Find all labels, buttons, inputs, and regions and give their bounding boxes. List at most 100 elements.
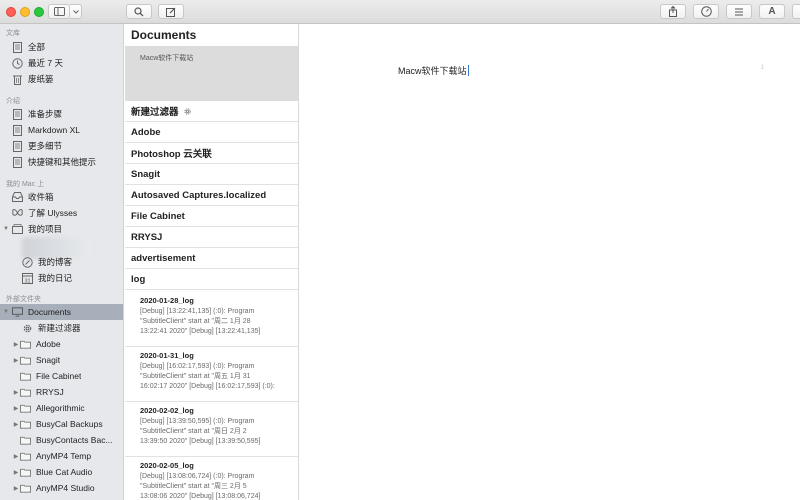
sidebar-item-diary[interactable]: 31 我的日记 — [0, 270, 123, 286]
sidebar-item-all[interactable]: 全部 — [0, 39, 123, 55]
document-icon — [12, 140, 23, 152]
view-dropdown-button[interactable] — [70, 4, 82, 19]
typography-button[interactable]: A — [759, 4, 785, 19]
group-row-rrysj[interactable]: RRYSJ — [125, 227, 298, 248]
sidebar-item-label: 新建过滤器 — [38, 323, 81, 333]
sidebar-toggle-icon — [53, 7, 65, 16]
group-label: log — [131, 273, 146, 285]
folder-icon — [20, 371, 31, 382]
disclosure-triangle-collapsed-icon[interactable]: ▶ — [12, 341, 20, 348]
editor-text-line[interactable]: Macw软件下载站 — [398, 64, 469, 77]
sidebar-item-label: 我的项目 — [28, 224, 63, 234]
folder-icon — [20, 483, 31, 494]
sidebar-item-label: RRYSJ — [36, 387, 64, 397]
sheet-item[interactable]: 2020-02-02_log [Debug] [13:39:50,595] (:… — [125, 402, 298, 457]
disclosure-triangle-expanded-icon[interactable]: ▼ — [2, 226, 10, 232]
disclosure-triangle-collapsed-icon[interactable]: ▶ — [12, 389, 20, 396]
disclosure-triangle-expanded-icon[interactable]: ▼ — [2, 309, 10, 315]
compose-icon — [166, 7, 176, 17]
sidebar-item-new-filter[interactable]: 新建过滤器 — [0, 320, 123, 336]
disclosure-triangle-collapsed-icon[interactable]: ▶ — [12, 357, 20, 364]
sidebar-item-label: BusyCal Backups — [36, 419, 103, 429]
sidebar-item-trash[interactable]: 废纸篓 — [0, 71, 123, 87]
sidebar-item-folder-rrysj[interactable]: ▶ RRYSJ — [0, 384, 123, 400]
share-button[interactable] — [660, 4, 686, 19]
new-sheet-button[interactable] — [158, 4, 184, 19]
more-button[interactable] — [792, 4, 800, 19]
inbox-icon — [12, 192, 23, 203]
editor-pane[interactable]: Macw软件下载站 1 — [300, 24, 800, 500]
section-header-intro: 介绍 — [6, 98, 20, 105]
folder-icon — [20, 435, 31, 446]
sidebar-item-folder-blue-cat[interactable]: ▶ Blue Cat Audio — [0, 464, 123, 480]
folder-icon — [20, 403, 31, 414]
sheet-excerpt: [Debug] [13:08:06,724] (:0): Program — [140, 473, 255, 480]
sidebar-item-documents[interactable]: ▼ Documents — [0, 304, 123, 320]
sheet-item[interactable]: 2020-01-31_log [Debug] [16:02:17,593] (:… — [125, 347, 298, 402]
sheet-item[interactable]: 2020-02-05_log [Debug] [13:08:06,724] (:… — [125, 457, 298, 500]
sidebar-item-folder-anymp4-temp[interactable]: ▶ AnyMP4 Temp — [0, 448, 123, 464]
attachments-button[interactable] — [726, 4, 752, 19]
sidebar-item-folder-file-cabinet[interactable]: File Cabinet — [0, 368, 123, 384]
sidebar-item-details[interactable]: 更多细节 — [0, 138, 123, 154]
sidebar-item-markdown[interactable]: Markdown XL — [0, 122, 123, 138]
sidebar-item-label: 了解 Ulysses — [28, 208, 78, 218]
sidebar-item-folder-busycal[interactable]: ▶ BusyCal Backups — [0, 416, 123, 432]
typography-icon: A — [768, 6, 776, 17]
folder-icon — [20, 419, 31, 430]
sidebar-item-label: 全部 — [28, 42, 46, 52]
blog-icon — [22, 256, 33, 268]
close-window-button[interactable] — [6, 7, 16, 17]
chevron-down-icon — [72, 9, 79, 14]
sidebar-item-folder-allegorithmic[interactable]: ▶ Allegorithmic — [0, 400, 123, 416]
sidebar-item-folder-snagit[interactable]: ▶ Snagit — [0, 352, 123, 368]
disclosure-triangle-collapsed-icon[interactable]: ▶ — [12, 469, 20, 476]
group-row-autosaved[interactable]: Autosaved Captures.localized — [125, 185, 298, 206]
sheet-item[interactable]: 2020-01-28_log [Debug] [13:22:41,135] (:… — [125, 292, 298, 347]
sidebar-item-label: 我的博客 — [38, 257, 73, 267]
sheet-excerpt: [Debug] [13:39:50,595] (:0): Program — [140, 418, 255, 425]
sidebar-item-folder-anymp4-studio[interactable]: ▶ AnyMP4 Studio — [0, 480, 123, 496]
pane-title: Documents — [131, 28, 197, 42]
document-icon — [12, 124, 23, 136]
sidebar-item-shortcuts[interactable]: 快捷键和其他提示 — [0, 154, 123, 170]
disclosure-triangle-collapsed-icon[interactable]: ▶ — [12, 453, 20, 460]
gear-icon — [22, 323, 33, 334]
group-row-new-filter[interactable]: 新建过滤器 — [125, 101, 298, 122]
group-label: Snagit — [131, 168, 161, 180]
statistics-button[interactable] — [693, 4, 719, 19]
sidebar-item-ulysses[interactable]: 了解 Ulysses — [0, 205, 123, 221]
group-row-advertisement[interactable]: advertisement — [125, 248, 298, 269]
sidebar-toggle-button[interactable] — [48, 4, 70, 19]
group-row-photoshop[interactable]: Photoshop 云关联 — [125, 143, 298, 164]
group-label: 新建过滤器 — [131, 107, 179, 118]
gear-icon — [183, 107, 192, 116]
text-caret — [467, 65, 469, 76]
document-icon — [12, 108, 23, 120]
sheet-excerpt: "SubtitleClient" start at "周三 2月 5 — [140, 483, 247, 490]
disclosure-triangle-collapsed-icon[interactable]: ▶ — [12, 485, 20, 492]
sidebar-item-my-projects[interactable]: ▼ 我的项目 — [0, 221, 123, 237]
disclosure-triangle-collapsed-icon[interactable]: ▶ — [12, 405, 20, 412]
sidebar-item-recent[interactable]: 最近 7 天 — [0, 55, 123, 71]
sidebar-item-label: Adobe — [36, 339, 61, 349]
sidebar-item-folder-busycontacts[interactable]: BusyContacts Bac... — [0, 432, 123, 448]
sidebar-item-folder-adobe[interactable]: ▶ Adobe — [0, 336, 123, 352]
sidebar-item-inbox[interactable]: 收件箱 — [0, 189, 123, 205]
zoom-window-button[interactable] — [34, 7, 44, 17]
editor-text: Macw软件下载站 — [398, 66, 467, 76]
disclosure-triangle-collapsed-icon[interactable]: ▶ — [12, 421, 20, 428]
sidebar-item-setup[interactable]: 准备步骤 — [0, 106, 123, 122]
selected-sheet-preview[interactable]: Macw软件下载站 — [125, 46, 298, 101]
group-row-file-cabinet[interactable]: File Cabinet — [125, 206, 298, 227]
group-row-adobe[interactable]: Adobe — [125, 122, 298, 143]
group-row-snagit[interactable]: Snagit — [125, 164, 298, 185]
sheet-excerpt: [Debug] [13:22:41,135] (:0): Program — [140, 308, 255, 315]
search-button[interactable] — [126, 4, 152, 19]
group-row-log[interactable]: log — [125, 269, 298, 290]
document-icon — [12, 156, 23, 168]
sidebar-item-blog[interactable]: 我的博客 — [0, 254, 123, 270]
sheet-excerpt: 13:08:06 2020" [Debug] [13:08:06,724] — [140, 493, 261, 500]
trash-icon — [12, 74, 23, 85]
minimize-window-button[interactable] — [20, 7, 30, 17]
